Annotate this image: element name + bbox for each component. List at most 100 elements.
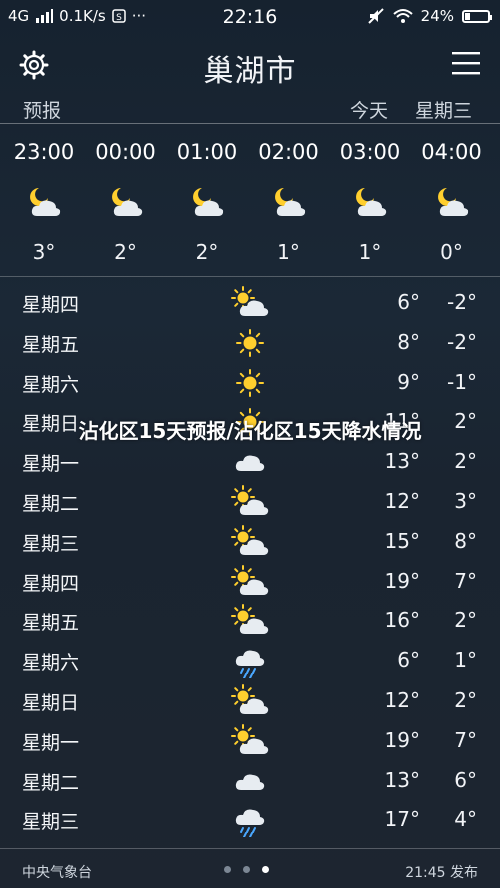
- high-temp: 12°: [384, 688, 420, 712]
- high-temp: 6°: [397, 648, 420, 673]
- sun-cloud-icon: [230, 604, 270, 638]
- day-name: 星期四: [22, 294, 80, 316]
- day-name: 星期一: [22, 731, 80, 754]
- daily-row[interactable]: 星期四 19° 7°: [0, 561, 500, 601]
- high-temp: 12°: [384, 489, 420, 513]
- sun-cloud-icon: [230, 684, 270, 718]
- low-temp: 7°: [454, 568, 477, 593]
- low-temp: 6°: [454, 767, 477, 792]
- low-temp: 7°: [454, 727, 477, 752]
- mute-icon: [367, 8, 384, 24]
- battery-percent: 24%: [420, 7, 454, 25]
- hourly-item: 02:00 1°: [248, 140, 330, 264]
- moon-cloud-icon: [329, 184, 411, 226]
- low-temp: 2°: [454, 688, 477, 712]
- day-name: 星期五: [22, 612, 80, 635]
- daily-row[interactable]: 星期五 16° 2°: [0, 600, 500, 640]
- hour-time: 02:00: [258, 140, 319, 164]
- rain-icon: [230, 644, 270, 680]
- city-title[interactable]: 巢湖市: [0, 46, 500, 90]
- hourly-item: 03:00 1°: [329, 140, 411, 264]
- daily-row[interactable]: 星期三 17° 4°: [0, 799, 500, 839]
- low-temp: 1°: [454, 648, 477, 673]
- app-header: 巢湖市: [0, 40, 500, 92]
- low-temp: 8°: [454, 528, 477, 553]
- moon-cloud-icon: [3, 184, 85, 226]
- moon-cloud-icon: [411, 184, 493, 226]
- data-source: 中央气象台: [22, 865, 92, 881]
- page-dot[interactable]: [224, 866, 231, 873]
- page-indicator[interactable]: [224, 866, 269, 873]
- low-temp: 2°: [454, 409, 477, 434]
- low-temp: 3°: [454, 489, 477, 513]
- day-name: 星期六: [22, 373, 80, 396]
- cloud-icon: [230, 445, 270, 479]
- hour-time: 00:00: [95, 140, 156, 164]
- day-name: 星期二: [22, 493, 80, 515]
- sun-cloud-icon: [230, 485, 270, 519]
- wifi-icon: [392, 9, 413, 23]
- hour-temp: 1°: [358, 240, 382, 264]
- day-name: 星期一: [22, 453, 80, 476]
- hour-temp: 3°: [32, 240, 56, 264]
- day-name: 星期三: [22, 811, 80, 834]
- daily-row[interactable]: 星期一 19° 7°: [0, 720, 500, 760]
- hourly-forecast[interactable]: 23:00 3° 00:00 2° 01:00 2° 02:00 1° 03:0…: [0, 140, 500, 270]
- today-label: 今天: [350, 100, 389, 122]
- daily-row[interactable]: 星期六 6° 1°: [0, 640, 500, 680]
- daily-row[interactable]: 星期三 15° 8°: [0, 521, 500, 561]
- forecast-label: 预报: [23, 100, 62, 122]
- low-temp: -1°: [447, 369, 477, 394]
- high-temp: 15°: [384, 528, 420, 553]
- sun-cloud-icon: [230, 286, 270, 320]
- rain-icon: [230, 803, 270, 839]
- hour-temp: 2°: [195, 240, 219, 264]
- hour-time: 03:00: [339, 140, 401, 164]
- low-temp: -2°: [447, 329, 477, 354]
- hour-temp: 1°: [277, 240, 300, 264]
- day-name: 星期日: [22, 692, 80, 714]
- hour-temp: 0°: [440, 240, 463, 264]
- daily-row[interactable]: 星期四 6° -2°: [0, 282, 500, 322]
- page-dot[interactable]: [243, 866, 250, 873]
- sun-cloud-icon: [230, 524, 270, 559]
- daily-row[interactable]: 星期日 12° 2°: [0, 680, 500, 720]
- battery-icon: [462, 9, 492, 23]
- low-temp: 4°: [454, 807, 477, 832]
- day-name: 星期四: [22, 572, 80, 595]
- cloud-icon: [230, 764, 270, 798]
- divider: [0, 848, 500, 849]
- daily-row[interactable]: 星期一 13° 2°: [0, 441, 500, 481]
- hourly-item: 01:00 2°: [166, 140, 248, 264]
- high-temp: 13°: [384, 767, 420, 792]
- moon-cloud-icon: [85, 184, 167, 226]
- daily-row[interactable]: 星期二 12° 3°: [0, 481, 500, 521]
- daily-row[interactable]: 星期二 13° 6°: [0, 760, 500, 800]
- high-temp: 17°: [384, 807, 420, 832]
- high-temp: 19°: [384, 727, 420, 752]
- moon-cloud-icon: [248, 184, 330, 226]
- day-name: 星期六: [22, 652, 80, 675]
- daily-row[interactable]: 星期六 9° -1°: [0, 362, 500, 402]
- day-name: 星期三: [22, 532, 80, 555]
- daily-row[interactable]: 星期五 8° -2°: [0, 322, 500, 362]
- page-dot[interactable]: [262, 866, 269, 873]
- divider: [0, 123, 500, 124]
- high-temp: 16°: [384, 608, 420, 633]
- low-temp: 2°: [454, 608, 477, 633]
- low-temp: -2°: [447, 290, 477, 314]
- menu-icon[interactable]: [452, 50, 480, 76]
- sun-icon: [230, 366, 270, 400]
- divider: [0, 276, 500, 277]
- high-temp: 8°: [397, 329, 420, 354]
- sun-icon: [230, 326, 270, 360]
- hourly-item: 23:00 3°: [3, 140, 85, 264]
- high-temp: 9°: [397, 369, 420, 394]
- footer: 中央气象台 21:45 发布: [0, 852, 500, 888]
- overlay-caption: 沾化区15天预报/沾化区15天降水情况: [78, 419, 422, 443]
- hourly-item: 04:00 0°: [411, 140, 493, 264]
- weekday-label: 星期三: [415, 100, 473, 122]
- hour-time: 04:00: [421, 140, 482, 164]
- day-name: 星期二: [22, 771, 80, 794]
- sun-cloud-icon: [230, 723, 270, 758]
